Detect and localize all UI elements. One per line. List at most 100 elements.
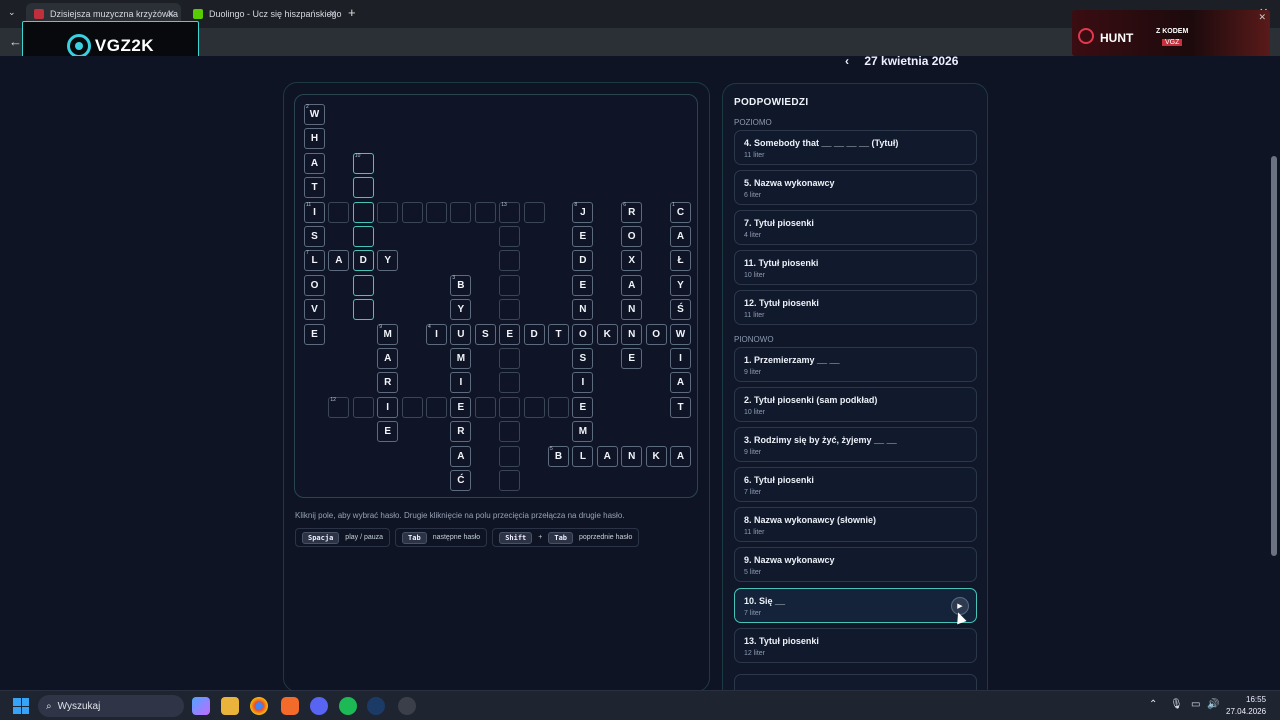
grid-cell[interactable]: R: [450, 421, 472, 443]
scrollbar-thumb[interactable]: [1271, 156, 1277, 556]
grid-cell[interactable]: [426, 396, 447, 418]
grid-cell[interactable]: 11 I: [304, 201, 325, 223]
grid-cell[interactable]: E: [621, 348, 643, 369]
grid-cell[interactable]: E: [572, 396, 594, 418]
grid-cell[interactable]: A: [377, 348, 399, 369]
close-tab-icon[interactable]: ✕: [167, 9, 175, 20]
grid-cell[interactable]: M: [572, 421, 594, 443]
grid-cell[interactable]: Y: [670, 274, 691, 296]
grid-cell[interactable]: I: [377, 396, 399, 418]
grid-cell[interactable]: E: [572, 226, 594, 247]
grid-cell[interactable]: [377, 201, 399, 223]
grid-cell[interactable]: L: [572, 445, 594, 467]
grid-cell[interactable]: [499, 226, 521, 247]
new-tab-button[interactable]: +: [348, 5, 356, 20]
grid-cell[interactable]: [499, 372, 521, 394]
spotify-icon[interactable]: [339, 697, 357, 715]
grid-cell[interactable]: Y: [450, 299, 472, 321]
grid-cell[interactable]: 9M: [377, 323, 399, 345]
grid-cell[interactable]: S: [474, 323, 496, 345]
grid-cell[interactable]: [499, 445, 521, 467]
close-ad-icon[interactable]: ✕: [1258, 12, 1266, 23]
grid-cell[interactable]: [401, 201, 423, 223]
grid-cell[interactable]: 7L: [304, 250, 325, 272]
grid-cell[interactable]: D: [352, 250, 374, 272]
grid-cell[interactable]: [450, 201, 472, 223]
grid-cell[interactable]: H: [304, 128, 325, 150]
clue-down-10[interactable]: 10. Się __ 7 liter ▶: [734, 588, 977, 623]
grid-cell[interactable]: [352, 201, 374, 223]
grid-cell[interactable]: [499, 421, 521, 443]
microphone-icon[interactable]: 🎙: [1170, 699, 1183, 710]
brave-icon[interactable]: [281, 697, 299, 715]
back-arrow-icon[interactable]: ←: [9, 34, 22, 49]
grid-cell[interactable]: K: [596, 323, 618, 345]
taskbar-search[interactable]: ⌕ Wyszukaj: [38, 695, 184, 717]
grid-cell[interactable]: Y: [377, 250, 399, 272]
grid-cell[interactable]: O: [621, 226, 643, 247]
grid-cell[interactable]: T: [670, 396, 691, 418]
grid-cell[interactable]: I: [450, 372, 472, 394]
ad-banner[interactable]: HUNT Z KODEM VGZ ✕: [1072, 10, 1270, 56]
grid-cell[interactable]: N: [621, 323, 643, 345]
page-scrollbar[interactable]: [1271, 62, 1277, 682]
clue-across-11[interactable]: 11. Tytuł piosenki 10 liter: [734, 250, 977, 285]
grid-cell[interactable]: [352, 396, 374, 418]
grid-cell[interactable]: [499, 299, 521, 321]
tab-list-icon[interactable]: ⌄: [8, 7, 16, 18]
grid-cell[interactable]: E: [572, 274, 594, 296]
grid-cell[interactable]: [352, 177, 374, 199]
grid-cell[interactable]: 6R: [621, 201, 643, 223]
discord-icon[interactable]: [310, 697, 328, 715]
grid-cell[interactable]: [499, 250, 521, 272]
grid-cell[interactable]: 10: [352, 152, 374, 174]
grid-cell[interactable]: D: [572, 250, 594, 272]
grid-cell[interactable]: [499, 470, 521, 491]
grid-cell[interactable]: K: [645, 445, 667, 467]
clue-across-4[interactable]: 4. Somebody that __ __ __ __ (Tytuł) 11 l…: [734, 130, 977, 165]
grid-cell[interactable]: D: [523, 323, 545, 345]
grid-cell[interactable]: 2W: [304, 104, 325, 125]
prev-day-button[interactable]: ‹: [845, 54, 849, 68]
grid-cell[interactable]: U: [450, 323, 472, 345]
grid-cell[interactable]: [523, 201, 545, 223]
tray-overflow-icon[interactable]: ⌃: [1149, 699, 1157, 710]
grid-cell[interactable]: V: [304, 299, 325, 321]
grid-cell[interactable]: I: [670, 348, 691, 369]
grid-cell[interactable]: Ś: [670, 299, 691, 321]
close-tab-icon[interactable]: ✕: [329, 9, 337, 20]
chrome-icon[interactable]: [250, 697, 268, 715]
grid-cell[interactable]: [523, 396, 545, 418]
grid-cell[interactable]: O: [572, 323, 594, 345]
grid-cell[interactable]: O: [304, 274, 325, 296]
clue-down-8[interactable]: 8. Nazwa wykonawcy (słownie) 11 liter: [734, 507, 977, 542]
grid-cell[interactable]: A: [670, 445, 691, 467]
clue-across-12[interactable]: 12. Tytuł piosenki 11 liter: [734, 290, 977, 325]
grid-cell[interactable]: A: [450, 445, 472, 467]
grid-cell[interactable]: [401, 396, 423, 418]
grid-cell[interactable]: W: [670, 323, 691, 345]
grid-cell[interactable]: R: [377, 372, 399, 394]
grid-cell[interactable]: T: [304, 177, 325, 199]
grid-cell[interactable]: 4I: [426, 323, 447, 345]
clue-down-1[interactable]: 1. Przemierzamy __ __ 9 liter: [734, 347, 977, 382]
grid-cell[interactable]: A: [596, 445, 618, 467]
copilot-icon[interactable]: [192, 697, 210, 715]
clue-down-6[interactable]: 6. Tytuł piosenki 7 liter: [734, 467, 977, 502]
grid-cell[interactable]: N: [621, 299, 643, 321]
grid-cell[interactable]: S: [304, 226, 325, 247]
grid-cell[interactable]: 13: [499, 201, 521, 223]
grid-cell[interactable]: [474, 201, 496, 223]
grid-cell[interactable]: A: [304, 152, 325, 174]
grid-cell[interactable]: A: [621, 274, 643, 296]
grid-cell[interactable]: [499, 396, 521, 418]
app-icon[interactable]: [398, 697, 416, 715]
grid-cell[interactable]: 12: [328, 396, 350, 418]
grid-cell[interactable]: [548, 396, 569, 418]
clue-down-2[interactable]: 2. Tytuł piosenki (sam podkład) 10 liter: [734, 387, 977, 422]
clue-down-13[interactable]: 13. Tytuł piosenki 12 liter: [734, 628, 977, 663]
grid-cell[interactable]: T: [548, 323, 569, 345]
clue-across-5[interactable]: 5. Nazwa wykonawcy 6 liter: [734, 170, 977, 205]
grid-cell[interactable]: [352, 299, 374, 321]
grid-cell[interactable]: M: [450, 348, 472, 369]
